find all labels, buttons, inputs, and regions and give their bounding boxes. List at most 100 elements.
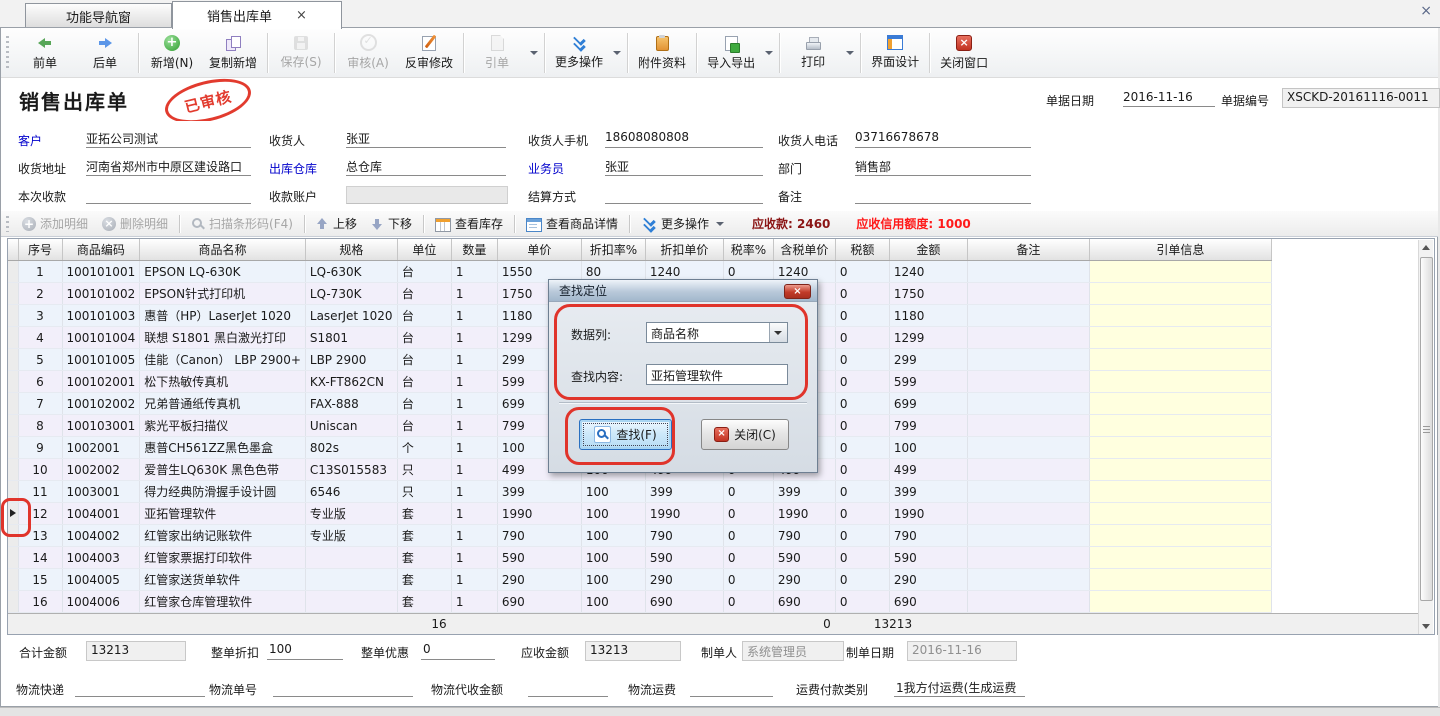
column-header-序号[interactable]: 序号 xyxy=(18,239,62,261)
table-cell[interactable] xyxy=(1089,415,1271,437)
table-cell[interactable]: 0 xyxy=(723,569,773,591)
table-row[interactable]: 121004001亚拓管理软件专业版套119901001990019900199… xyxy=(8,503,1271,525)
form-field-备注[interactable] xyxy=(855,186,1031,204)
table-cell[interactable]: 1003001 xyxy=(62,481,140,503)
column-header-税额[interactable]: 税额 xyxy=(835,239,889,261)
row-header-cell[interactable] xyxy=(8,437,18,459)
table-cell[interactable]: 0 xyxy=(723,591,773,613)
toolbar-button-ui-design[interactable]: 界面设计 xyxy=(864,30,926,76)
row-header-cell[interactable] xyxy=(8,503,18,525)
table-cell[interactable] xyxy=(967,481,1089,503)
table-cell[interactable]: 399 xyxy=(645,481,723,503)
table-cell[interactable]: 套 xyxy=(397,591,451,613)
table-cell[interactable]: C13S015583 xyxy=(305,459,397,481)
column-header-金额[interactable]: 金额 xyxy=(889,239,967,261)
table-cell[interactable]: 台 xyxy=(397,415,451,437)
detail-toolbar-grip[interactable] xyxy=(6,216,9,232)
table-cell[interactable]: 100102002 xyxy=(62,393,140,415)
toolbar-button-close-window[interactable]: 关闭窗口 xyxy=(933,30,995,76)
toolbar-button-attachments[interactable]: 附件资料 xyxy=(631,30,693,76)
window-close-icon[interactable]: × xyxy=(1420,4,1432,18)
table-cell[interactable] xyxy=(1089,503,1271,525)
table-cell[interactable]: FAX-888 xyxy=(305,393,397,415)
search-content-input[interactable]: 亚拓管理软件 xyxy=(646,364,788,385)
table-cell[interactable]: 1 xyxy=(451,591,497,613)
toolbar-button-copy-new[interactable]: 复制新增 xyxy=(202,30,264,76)
column-header-折扣率%[interactable]: 折扣率% xyxy=(581,239,645,261)
table-cell[interactable]: 8 xyxy=(18,415,62,437)
table-cell[interactable]: 紫光平板扫描仪 xyxy=(140,415,306,437)
table-row[interactable]: 141004003红管家票据打印软件套159010059005900590 xyxy=(8,547,1271,569)
table-cell[interactable]: 590 xyxy=(773,547,835,569)
table-cell[interactable] xyxy=(1089,305,1271,327)
table-cell[interactable]: 2 xyxy=(18,283,62,305)
row-header-cell[interactable] xyxy=(8,591,18,613)
table-cell[interactable]: 套 xyxy=(397,503,451,525)
tab-sales-outbound[interactable]: 销售出库单 × xyxy=(172,1,342,29)
form-label-业务员[interactable]: 业务员 xyxy=(528,160,564,177)
column-header-商品名称[interactable]: 商品名称 xyxy=(140,239,306,261)
table-cell[interactable]: 只 xyxy=(397,459,451,481)
row-header-cell[interactable] xyxy=(8,305,18,327)
chevron-down-icon[interactable] xyxy=(613,51,621,55)
table-cell[interactable]: 790 xyxy=(889,525,967,547)
table-cell[interactable]: 1002001 xyxy=(62,437,140,459)
table-cell[interactable]: 个 xyxy=(397,437,451,459)
toolbar-button-unaudit-modify[interactable]: 反审修改 xyxy=(398,30,460,76)
table-cell[interactable]: 0 xyxy=(835,393,889,415)
table-cell[interactable]: 100 xyxy=(581,591,645,613)
table-cell[interactable]: 惠普CH561ZZ黑色墨盒 xyxy=(140,437,306,459)
table-cell[interactable] xyxy=(967,569,1089,591)
column-header-含税单价[interactable]: 含税单价 xyxy=(773,239,835,261)
table-cell[interactable] xyxy=(1089,371,1271,393)
form-field-业务员[interactable]: 张亚 xyxy=(605,158,763,176)
table-cell[interactable]: S1801 xyxy=(305,327,397,349)
detail-button-more-actions[interactable]: 更多操作 xyxy=(634,212,734,236)
table-cell[interactable]: 590 xyxy=(645,547,723,569)
detail-button-view-product-detail[interactable]: 查看商品详情 xyxy=(519,212,625,236)
footer-field-运费付款类别[interactable]: 1我方付运费(生成运费 xyxy=(894,678,1025,697)
table-cell[interactable]: 1 xyxy=(451,283,497,305)
table-cell[interactable]: 红管家票据打印软件 xyxy=(140,547,306,569)
table-cell[interactable]: 台 xyxy=(397,371,451,393)
table-cell[interactable] xyxy=(967,525,1089,547)
table-cell[interactable]: 套 xyxy=(397,525,451,547)
table-cell[interactable]: 0 xyxy=(835,261,889,283)
table-cell[interactable]: 1 xyxy=(451,327,497,349)
table-cell[interactable]: 0 xyxy=(835,437,889,459)
detail-button-view-stock[interactable]: 查看库存 xyxy=(428,212,510,236)
table-cell[interactable]: 红管家送货单软件 xyxy=(140,569,306,591)
row-header-cell[interactable] xyxy=(8,525,18,547)
table-cell[interactable]: 1180 xyxy=(889,305,967,327)
table-cell[interactable]: 红管家仓库管理软件 xyxy=(140,591,306,613)
table-cell[interactable]: 1 xyxy=(451,261,497,283)
table-cell[interactable] xyxy=(967,371,1089,393)
column-header-单价[interactable]: 单价 xyxy=(497,239,581,261)
table-cell[interactable]: 1240 xyxy=(889,261,967,283)
table-cell[interactable] xyxy=(967,459,1089,481)
table-cell[interactable]: 0 xyxy=(835,415,889,437)
scroll-down-icon[interactable] xyxy=(1419,619,1433,634)
table-cell[interactable]: 699 xyxy=(889,393,967,415)
table-cell[interactable]: 台 xyxy=(397,283,451,305)
row-header-cell[interactable] xyxy=(8,261,18,283)
table-cell[interactable]: 1299 xyxy=(889,327,967,349)
table-cell[interactable]: 台 xyxy=(397,393,451,415)
table-cell[interactable]: 100101001 xyxy=(62,261,140,283)
table-row[interactable]: 111003001得力经典防滑握手设计圆6546只139910039903990… xyxy=(8,481,1271,503)
row-header-cell[interactable] xyxy=(8,459,18,481)
table-cell[interactable]: 10 xyxy=(18,459,62,481)
form-field-收货人[interactable]: 张亚 xyxy=(346,130,506,148)
footer-field-应收金额[interactable]: 13213 xyxy=(585,641,681,661)
table-cell[interactable]: 爱普生LQ630K 黑色色带 xyxy=(140,459,306,481)
toolbar-button-save[interactable]: 保存(S) xyxy=(271,30,331,76)
tab-close-icon[interactable]: × xyxy=(296,8,307,23)
table-cell[interactable]: 套 xyxy=(397,547,451,569)
detail-button-scan-barcode[interactable]: 扫描条形码(F4) xyxy=(184,212,300,236)
table-cell[interactable]: 0 xyxy=(835,503,889,525)
toolbar-button-more-actions[interactable]: 更多操作 xyxy=(548,30,610,76)
table-cell[interactable]: 1 xyxy=(451,393,497,415)
table-cell[interactable]: 1 xyxy=(451,547,497,569)
table-cell[interactable]: 1 xyxy=(451,481,497,503)
table-cell[interactable] xyxy=(967,503,1089,525)
